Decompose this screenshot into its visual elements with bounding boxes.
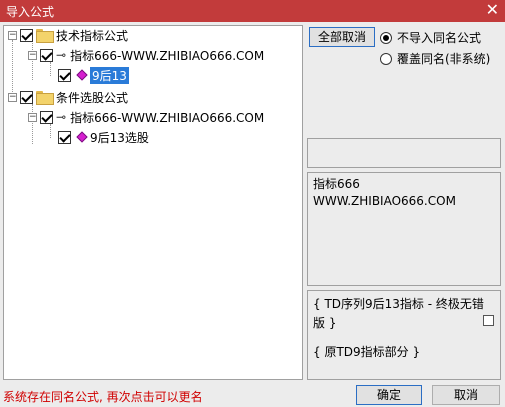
deselect-all-button[interactable]: 全部取消	[309, 27, 375, 47]
item-checkbox[interactable]	[58, 130, 71, 144]
formula-label: 指标666-WWW.ZHIBIAO666.COM	[70, 110, 265, 125]
radio-overwrite[interactable]: 覆盖同名(非系统)	[380, 50, 490, 67]
formula-checkbox[interactable]	[40, 110, 53, 124]
info-box-empty	[307, 138, 501, 168]
indicator-icon	[76, 69, 88, 81]
ok-button[interactable]: 确定	[356, 385, 422, 405]
group-label: 条件选股公式	[56, 90, 129, 105]
formula-tree: − 技术指标公式 − ⊸ 指标666-WWW.ZHIBIAO666.COM 9后…	[3, 25, 303, 380]
window-title: 导入公式	[6, 5, 55, 19]
status-message: 系统存在同名公式, 再次点击可以更名	[3, 390, 203, 404]
radio-skip-duplicates[interactable]: 不导入同名公式	[380, 29, 481, 46]
formula-checkbox[interactable]	[40, 48, 53, 62]
tree-formula-tech[interactable]: − ⊸ 指标666-WWW.ZHIBIAO666.COM	[28, 46, 264, 64]
formula-description: 指标666 WWW.ZHIBIAO666.COM	[307, 172, 501, 286]
description-line: WWW.ZHIBIAO666.COM	[313, 194, 456, 208]
group-checkbox[interactable]	[20, 90, 33, 104]
radio-button[interactable]	[380, 31, 392, 44]
tree-group-tech[interactable]: − 技术指标公式	[8, 26, 128, 44]
title-bar: 导入公式 ✕	[0, 0, 505, 22]
description-line: 指标666	[313, 177, 360, 191]
collapse-icon[interactable]: −	[8, 92, 17, 102]
group-checkbox[interactable]	[20, 28, 33, 42]
radio-label: 覆盖同名(非系统)	[397, 52, 491, 66]
item-label: 9后13	[90, 66, 129, 84]
key-icon: ⊸	[56, 48, 67, 62]
folder-icon	[36, 29, 54, 43]
radio-label: 不导入同名公式	[397, 31, 482, 45]
tree-item-tech[interactable]: 9后13	[58, 66, 129, 84]
item-label: 9后13选股	[90, 130, 149, 145]
indicator-icon	[76, 131, 88, 143]
note-checkbox[interactable]	[483, 315, 494, 326]
cancel-button[interactable]: 取消	[432, 385, 500, 405]
key-icon: ⊸	[56, 110, 67, 124]
collapse-icon[interactable]: −	[28, 50, 37, 60]
group-label: 技术指标公式	[56, 28, 129, 43]
tree-item-screen[interactable]: 9后13选股	[58, 128, 149, 146]
note-line: 版 }	[313, 316, 337, 330]
formula-label: 指标666-WWW.ZHIBIAO666.COM	[70, 48, 265, 63]
note-line: { 原TD9指标部分 }	[313, 345, 421, 359]
item-checkbox[interactable]	[58, 68, 71, 82]
formula-note: { TD序列9后13指标 - 终极无错 版 } { 原TD9指标部分 }	[307, 290, 501, 380]
collapse-icon[interactable]: −	[8, 30, 17, 40]
tree-group-screen[interactable]: − 条件选股公式	[8, 88, 128, 106]
tree-formula-screen[interactable]: − ⊸ 指标666-WWW.ZHIBIAO666.COM	[28, 108, 264, 126]
radio-button[interactable]	[380, 52, 392, 65]
close-icon[interactable]: ✕	[486, 1, 499, 19]
folder-icon	[36, 91, 54, 105]
note-line: { TD序列9后13指标 - 终极无错	[313, 297, 484, 311]
collapse-icon[interactable]: −	[28, 112, 37, 122]
